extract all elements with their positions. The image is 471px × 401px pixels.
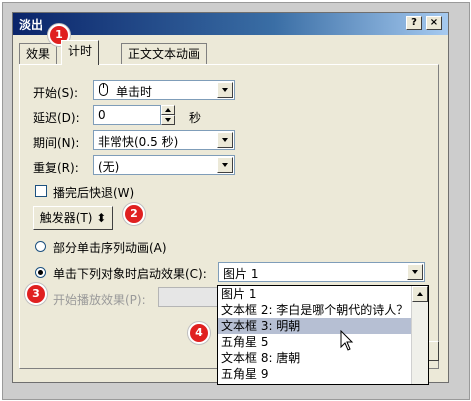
dropdown-items: 图片 1 文本框 2: 李白是哪个朝代的诗人？ 文本框 3: 明朝 五角星 5 … <box>218 286 412 384</box>
sequence-label: 部分单击序列动画(A) <box>53 241 167 255</box>
chevron-down-icon[interactable] <box>407 264 423 280</box>
annotation-badge-2: 2 <box>123 203 145 225</box>
rewind-label: 播完后快退(W) <box>53 186 135 200</box>
mouse-cursor-icon <box>340 329 354 355</box>
delay-stepper[interactable] <box>161 105 175 125</box>
delay-value: 0 <box>98 108 106 122</box>
dropdown-item[interactable]: 五角星 9 <box>218 366 412 382</box>
close-button[interactable]: × <box>426 16 442 30</box>
tab-text-animation[interactable]: 正文文本动画 <box>121 43 208 64</box>
help-button[interactable]: ? <box>406 16 422 30</box>
duration-select[interactable]: 非常快(0.5 秒) <box>93 130 235 150</box>
start-label: 开始(S): <box>33 86 79 100</box>
delay-input[interactable]: 0 <box>93 105 161 125</box>
object-dropdown-list[interactable]: 图片 1 文本框 2: 李白是哪个朝代的诗人？ 文本框 3: 明朝 五角星 5 … <box>217 285 429 385</box>
tab-timing[interactable]: 计时 <box>61 40 100 65</box>
annotation-badge-4: 4 <box>188 322 210 344</box>
spin-up-icon[interactable] <box>161 105 175 115</box>
trigger-object-select[interactable]: 图片 1 <box>218 262 425 282</box>
object-radio[interactable] <box>35 267 46 278</box>
trigger-label: 触发器(T) <box>39 211 93 225</box>
window-title: 淡出 <box>19 18 44 32</box>
trigger-button[interactable]: 触发器(T) ⬍ <box>33 206 113 230</box>
dropdown-item[interactable]: 五角星 5 <box>218 334 412 350</box>
title-bar: 淡出 ? × <box>13 13 448 35</box>
delay-unit: 秒 <box>189 111 202 125</box>
scroll-up-icon[interactable] <box>412 286 428 302</box>
start-value: 单击时 <box>116 85 153 99</box>
play-effect-select <box>158 287 220 307</box>
chevron-down-icon[interactable] <box>217 82 233 98</box>
delay-label: 延迟(D): <box>33 111 80 125</box>
spin-down-icon[interactable] <box>161 115 175 125</box>
sequence-radio[interactable] <box>35 241 46 252</box>
chevron-down-icon[interactable] <box>217 157 233 173</box>
repeat-label: 重复(R): <box>33 161 79 175</box>
repeat-value: (无) <box>98 160 120 174</box>
tab-effect[interactable]: 效果 <box>19 43 58 64</box>
duration-label: 期间(N): <box>33 136 80 150</box>
dropdown-item-selected[interactable]: 文本框 3: 明朝 <box>218 318 412 334</box>
object-label: 单击下列对象时启动效果(C): <box>53 267 207 281</box>
annotation-badge-3: 3 <box>25 283 47 305</box>
mouse-icon <box>98 82 110 101</box>
dropdown-item[interactable]: 文本框 2: 李白是哪个朝代的诗人？ <box>218 302 412 318</box>
dropdown-item[interactable]: 文本框 8: 唐朝 <box>218 350 412 366</box>
repeat-select[interactable]: (无) <box>93 155 235 175</box>
chevron-down-icon[interactable] <box>217 132 233 148</box>
object-value: 图片 1 <box>223 267 259 281</box>
up-down-arrow-icon: ⬍ <box>96 211 107 225</box>
start-select[interactable]: 单击时 <box>93 80 235 100</box>
duration-value: 非常快(0.5 秒) <box>98 135 179 149</box>
play-effect-label: 开始播放效果(P): <box>53 293 146 307</box>
dropdown-item[interactable]: 图片 1 <box>218 286 412 302</box>
dropdown-scrollbar[interactable] <box>411 286 428 384</box>
rewind-checkbox[interactable] <box>35 185 47 197</box>
